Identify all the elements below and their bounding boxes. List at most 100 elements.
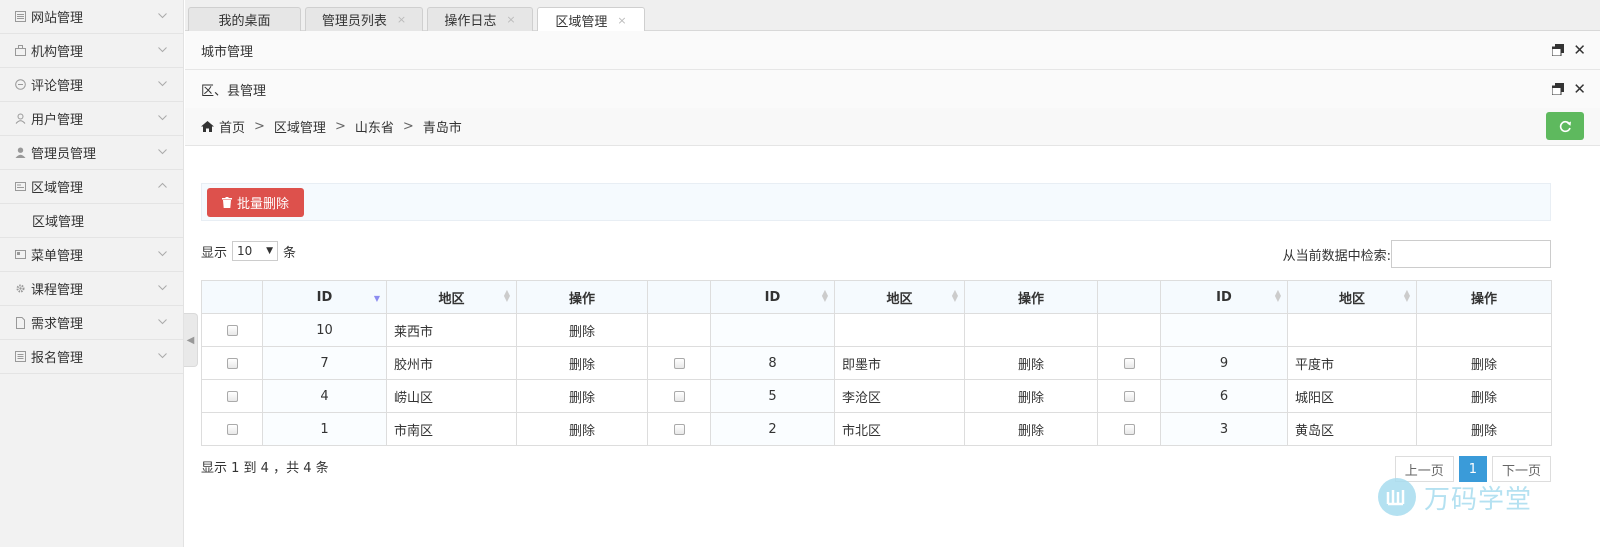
row-checkbox-cell (201, 412, 263, 446)
delete-link[interactable]: 删除 (516, 313, 648, 347)
header-id[interactable]: ID ▲ ▼ (710, 280, 835, 314)
close-icon[interactable]: × (617, 14, 626, 27)
chevron-down-icon (158, 47, 167, 53)
header-action: 操作 (516, 280, 648, 314)
table-row: 4 崂山区 删除 5 李沧区 删除 6 城阳区 删除 (201, 379, 1552, 413)
row-checkbox[interactable] (226, 390, 238, 402)
empty-cell (834, 313, 965, 347)
list-icon (14, 351, 26, 363)
header-id[interactable]: ID ▼ (262, 280, 387, 314)
tab-label: 区域管理 (555, 14, 608, 30)
header-id[interactable]: ID ▲ ▼ (1160, 280, 1288, 314)
sidebar-item-region[interactable]: 区域管理 (0, 170, 183, 204)
sidebar-item-organization[interactable]: 机构管理 (0, 34, 183, 68)
sidebar-item-admin[interactable]: 管理员管理 (0, 136, 183, 170)
delete-link[interactable]: 删除 (1416, 412, 1552, 446)
panel-title: 区、县管理 (201, 83, 267, 99)
row-checkbox[interactable] (226, 357, 238, 369)
row-checkbox[interactable] (673, 357, 685, 369)
delete-link[interactable]: 删除 (516, 412, 648, 446)
cell-id: 5 (710, 379, 835, 413)
restore-icon[interactable] (1552, 44, 1565, 56)
row-checkbox-cell (1097, 379, 1161, 413)
comment-icon (14, 79, 26, 91)
close-icon[interactable]: × (397, 13, 406, 26)
close-icon[interactable]: ✕ (1573, 82, 1586, 97)
breadcrumb-level2[interactable]: 山东省 (355, 117, 394, 136)
cell-region: 莱西市 (386, 313, 517, 347)
row-checkbox-cell (201, 346, 263, 380)
cell-id: 3 (1160, 412, 1288, 446)
delete-link[interactable]: 删除 (516, 346, 648, 380)
row-checkbox[interactable] (1123, 423, 1135, 435)
row-checkbox[interactable] (673, 390, 685, 402)
chevron-down-icon (158, 81, 167, 87)
document-icon (14, 316, 26, 329)
delete-link[interactable]: 删除 (1416, 379, 1552, 413)
table-header-row: ID ▼ 地区 ▲ ▼ 操作 ID ▲ ▼ 地区 ▲ ▼ 操作 ID ▲ ▼ 地区 ▲ ▼ 操作 (201, 280, 1552, 314)
breadcrumb-separator: > (402, 119, 414, 134)
row-checkbox[interactable] (1123, 357, 1135, 369)
row-checkbox[interactable] (226, 423, 238, 435)
admin-icon (14, 147, 26, 159)
sidebar: 网站管理 机构管理 评论管理 用户管理 管理员管理 区域管理 区域管理 菜单管理… (0, 0, 184, 547)
region-table: ID ▼ 地区 ▲ ▼ 操作 ID ▲ ▼ 地区 ▲ ▼ 操作 ID ▲ ▼ 地区 ▲ ▼ 操作 10… (201, 280, 1552, 446)
breadcrumb-separator: > (334, 119, 346, 134)
panel-title: 城市管理 (201, 44, 254, 60)
sidebar-item-website[interactable]: 网站管理 (0, 0, 183, 34)
delete-link[interactable]: 删除 (964, 412, 1098, 446)
sidebar-collapse-toggle[interactable]: ◀ (184, 313, 198, 367)
tab-operation-log[interactable]: 操作日志 × (427, 7, 533, 31)
batch-delete-button[interactable]: 批量删除 (207, 188, 304, 217)
tab-region-management[interactable]: 区域管理 × (537, 7, 645, 32)
chevron-up-icon (158, 182, 167, 188)
toolbar: 批量删除 (201, 183, 1551, 221)
sidebar-item-course[interactable]: 课程管理 (0, 272, 183, 306)
cell-region: 城阳区 (1287, 379, 1417, 413)
delete-link[interactable]: 删除 (1416, 346, 1552, 380)
page-length-control: 显示 10 ▼ 条 (201, 241, 296, 261)
sidebar-item-signup[interactable]: 报名管理 (0, 340, 183, 374)
table-row: 10 莱西市 删除 (201, 313, 1552, 347)
restore-icon[interactable] (1552, 83, 1565, 95)
length-prefix: 显示 (201, 245, 228, 261)
sort-icon: ▲ ▼ (1274, 288, 1281, 303)
refresh-button[interactable] (1546, 112, 1584, 140)
sidebar-item-menu[interactable]: 菜单管理 (0, 238, 183, 272)
tab-admin-list[interactable]: 管理员列表 × (305, 7, 423, 31)
sidebar-item-comment[interactable]: 评论管理 (0, 68, 183, 102)
sidebar-item-label: 管理员管理 (31, 147, 97, 162)
sidebar-item-user[interactable]: 用户管理 (0, 102, 183, 136)
sidebar-item-label: 评论管理 (31, 79, 84, 94)
sidebar-item-demand[interactable]: 需求管理 (0, 306, 183, 340)
chevron-down-icon (158, 251, 167, 257)
close-icon[interactable]: × (506, 13, 515, 26)
sidebar-subitem-region[interactable]: 区域管理 (0, 204, 183, 238)
header-region[interactable]: 地区 ▲ ▼ (386, 280, 517, 314)
header-region[interactable]: 地区 ▲ ▼ (834, 280, 965, 314)
header-region[interactable]: 地区 ▲ ▼ (1287, 280, 1417, 314)
chevron-down-icon (158, 319, 167, 325)
header-checkbox-cell (647, 280, 711, 314)
row-checkbox[interactable] (226, 324, 238, 336)
tab-my-desktop[interactable]: 我的桌面 (188, 7, 301, 31)
page-length-select[interactable]: 10 ▼ (232, 241, 279, 261)
close-icon[interactable]: ✕ (1573, 43, 1586, 58)
empty-cell (1097, 313, 1161, 347)
row-checkbox[interactable] (673, 423, 685, 435)
length-suffix: 条 (283, 245, 297, 261)
delete-link[interactable]: 删除 (516, 379, 648, 413)
sort-icon: ▲ ▼ (951, 288, 958, 303)
row-checkbox-cell (201, 313, 263, 347)
sort-icon: ▲ ▼ (821, 288, 828, 303)
delete-link[interactable]: 删除 (964, 346, 1098, 380)
chevron-down-icon (158, 115, 167, 121)
search-input[interactable] (1391, 240, 1551, 268)
breadcrumb-level1[interactable]: 区域管理 (274, 117, 326, 136)
cell-id: 4 (262, 379, 387, 413)
breadcrumb-home[interactable]: 首页 (219, 117, 245, 136)
row-checkbox[interactable] (1123, 390, 1135, 402)
delete-link[interactable]: 删除 (964, 379, 1098, 413)
sort-icon: ▲ ▼ (1403, 288, 1410, 303)
header-action: 操作 (1416, 280, 1552, 314)
